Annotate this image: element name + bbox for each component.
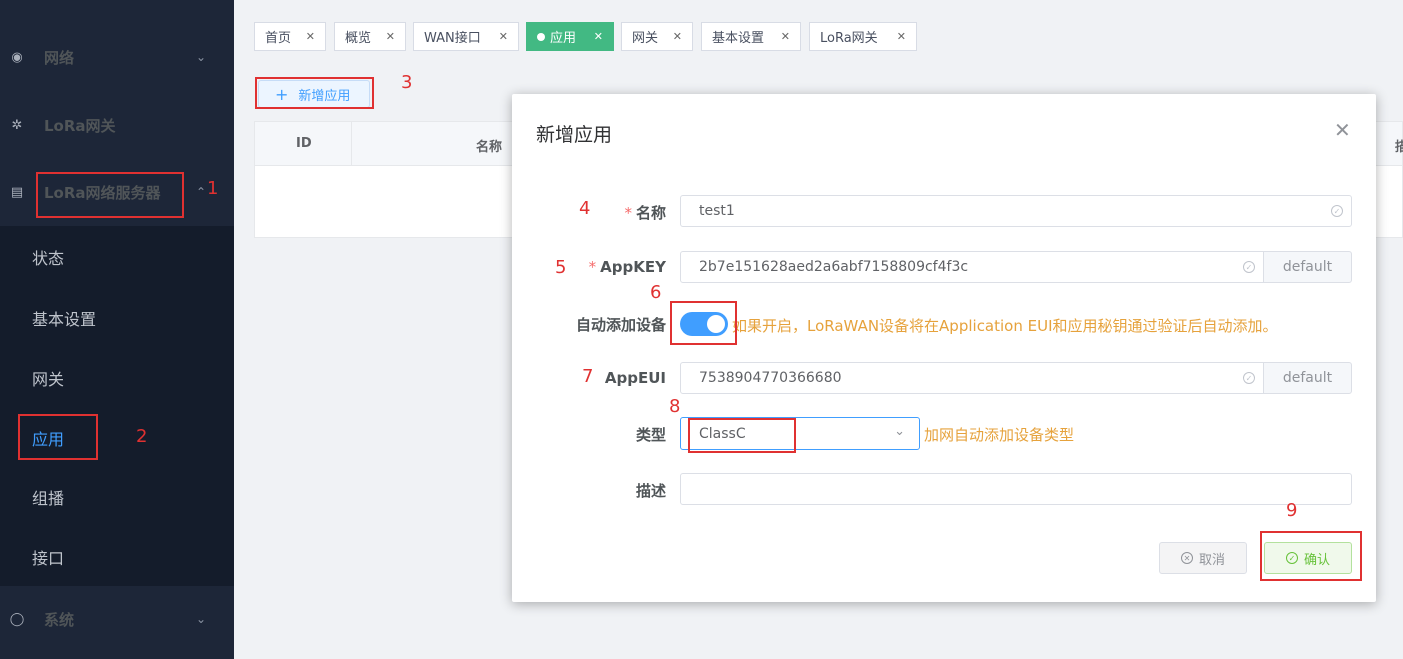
annotation-number-4: 4: [579, 198, 591, 219]
tab-application[interactable]: 应用 ✕: [526, 22, 614, 51]
chevron-down-icon: ⌄: [894, 424, 905, 439]
appeui-field-value: 7538904770366680: [699, 370, 842, 386]
tab-label: 网关: [632, 31, 659, 46]
network-icon: ◉: [11, 49, 23, 65]
annotation-number-1: 1: [207, 178, 219, 199]
lora-server-submenu: 状态 基本设置 网关 应用 组播 接口: [0, 226, 234, 586]
close-icon[interactable]: ✕: [673, 30, 682, 43]
tab-label: WAN接口: [424, 31, 481, 46]
close-icon[interactable]: ✕: [594, 30, 603, 43]
type-hint: 加网自动添加设备类型: [924, 426, 1075, 444]
tab-home[interactable]: 首页 ✕: [254, 22, 326, 51]
column-divider: [351, 122, 352, 166]
chevron-up-icon: ⌃: [196, 185, 207, 199]
name-field[interactable]: test1 ✓: [680, 195, 1352, 227]
autoadd-label: 自动添加设备: [575, 316, 666, 334]
annotation-number-2: 2: [136, 426, 148, 447]
appeui-label: AppEUI: [604, 369, 666, 387]
annotation-box-2: [18, 414, 98, 460]
column-header-name: 名称: [476, 140, 503, 155]
menu-system[interactable]: ◯ 系统 ⌄: [0, 586, 234, 652]
desc-field[interactable]: [680, 473, 1352, 505]
name-label-text: 名称: [635, 204, 666, 222]
annotation-box-1: [36, 172, 184, 218]
autoadd-hint: 如果开启，LoRaWAN设备将在Application EUI和应用秘钥通过验证…: [732, 317, 1278, 335]
menu-network[interactable]: ◉ 网络 ⌄: [0, 24, 234, 90]
menu-system-label: 系统: [44, 610, 75, 629]
sidebar: ◉ 网络 ⌄ ✲ LoRa网关 ▤ LoRa网络服务器 ⌃ 状态 基本设置 网关…: [0, 0, 234, 659]
name-label: * 名称: [612, 202, 666, 223]
appkey-label: * AppKEY: [572, 258, 666, 276]
appkey-label-text: AppKEY: [600, 258, 666, 276]
cancel-button-label: 取消: [1198, 552, 1225, 568]
tab-wan[interactable]: WAN接口 ✕: [413, 22, 519, 51]
annotation-number-3: 3: [401, 72, 413, 93]
dialog-title: 新增应用: [536, 124, 613, 146]
appkey-field-value: 2b7e151628aed2a6abf7158809cf4f3c: [699, 259, 969, 275]
check-circle-icon: ✓: [1243, 372, 1255, 384]
appkey-default-button[interactable]: default: [1263, 251, 1352, 283]
annotation-box-3: [255, 77, 374, 109]
antenna-icon: ✲: [11, 117, 23, 133]
cancel-button[interactable]: ✕ 取消: [1159, 542, 1247, 574]
tab-label: 概览: [345, 31, 372, 46]
tab-label: LoRa网关: [820, 31, 878, 46]
required-marker: *: [624, 204, 632, 222]
close-icon[interactable]: ✕: [897, 30, 906, 43]
required-marker: *: [588, 258, 597, 276]
submenu-interface[interactable]: 接口: [32, 545, 64, 569]
close-icon[interactable]: ✕: [1334, 118, 1351, 142]
submenu-gateway[interactable]: 网关: [32, 366, 64, 390]
tab-label: 基本设置: [712, 31, 765, 46]
annotation-number-5: 5: [555, 257, 567, 278]
column-header-desc: 描: [1395, 140, 1403, 155]
menu-lora-gateway-label: LoRa网关: [44, 116, 116, 135]
column-header-id: ID: [296, 136, 312, 151]
tab-gateway[interactable]: 网关 ✕: [621, 22, 693, 51]
chevron-down-icon: ⌄: [196, 50, 207, 64]
server-icon: ▤: [10, 184, 24, 200]
appeui-field[interactable]: 7538904770366680 ✓: [680, 362, 1264, 394]
desc-label: 描述: [635, 482, 666, 500]
tab-overview[interactable]: 概览 ✕: [334, 22, 406, 51]
add-application-dialog: 新增应用 ✕ * 名称 test1 ✓ * AppKEY 2b7e151628aed…: [512, 94, 1376, 602]
appeui-default-button[interactable]: default: [1263, 362, 1352, 394]
close-icon[interactable]: ✕: [306, 30, 315, 43]
check-circle-icon: ✓: [1331, 205, 1343, 217]
submenu-multicast[interactable]: 组播: [32, 485, 64, 509]
menu-network-label: 网络: [44, 48, 75, 67]
tab-lora-gateway[interactable]: LoRa网关 ✕: [809, 22, 917, 51]
close-circle-icon: ✕: [1180, 552, 1193, 564]
tab-label: 应用: [550, 31, 577, 46]
active-dot-icon: [537, 32, 545, 41]
check-circle-icon: ✓: [1243, 261, 1255, 273]
annotation-number-8: 8: [669, 396, 681, 417]
name-field-value: test1: [699, 203, 735, 219]
annotation-box-8: [688, 418, 796, 453]
submenu-basic-settings[interactable]: 基本设置: [32, 306, 96, 330]
close-icon[interactable]: ✕: [386, 30, 395, 43]
annotation-number-7: 7: [582, 366, 594, 387]
type-label: 类型: [635, 426, 666, 444]
submenu-status[interactable]: 状态: [32, 245, 64, 269]
close-icon[interactable]: ✕: [781, 30, 790, 43]
close-icon[interactable]: ✕: [499, 30, 508, 43]
appkey-field[interactable]: 2b7e151628aed2a6abf7158809cf4f3c ✓: [680, 251, 1264, 283]
menu-lora-gateway[interactable]: ✲ LoRa网关: [0, 92, 234, 158]
annotation-box-6: [670, 301, 737, 345]
system-icon: ◯: [9, 611, 25, 627]
chevron-down-icon: ⌄: [196, 612, 207, 626]
annotation-number-9: 9: [1286, 500, 1298, 521]
annotation-box-9: [1260, 531, 1362, 581]
tab-basic-settings[interactable]: 基本设置 ✕: [701, 22, 801, 51]
tab-label: 首页: [265, 31, 292, 46]
annotation-number-6: 6: [650, 282, 662, 303]
